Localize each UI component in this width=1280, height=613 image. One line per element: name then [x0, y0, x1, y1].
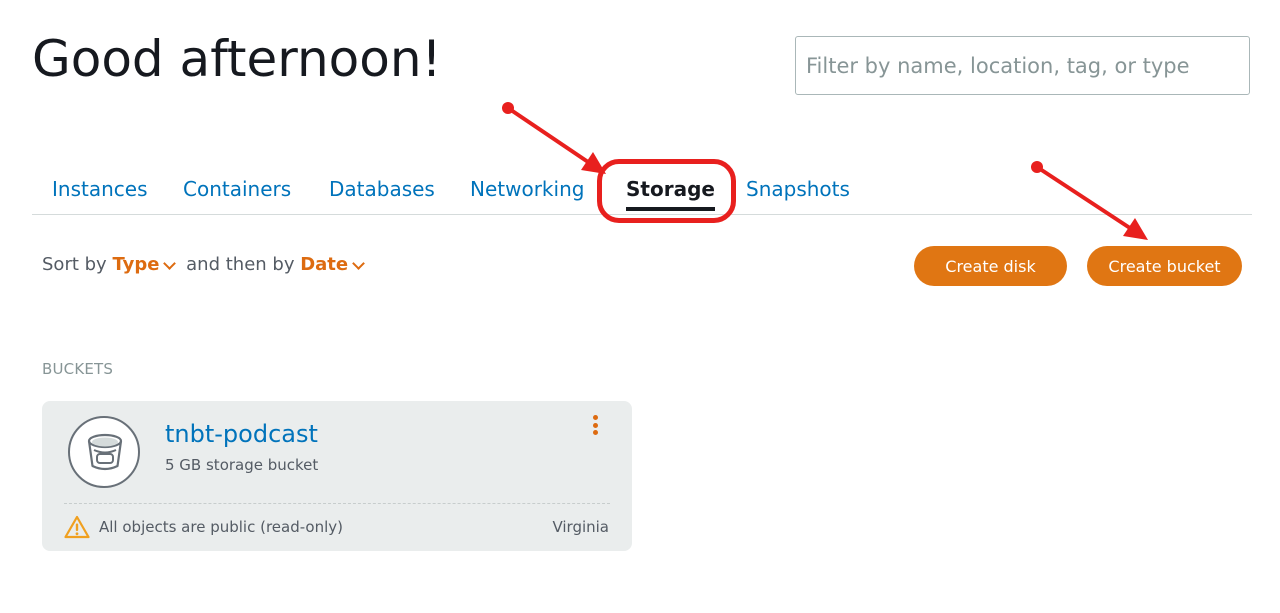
more-actions-icon[interactable] [587, 415, 603, 443]
sort-middle-label: and then by [186, 254, 295, 275]
resource-tabs: Instances Containers Databases Networkin… [32, 160, 1252, 215]
bucket-description: 5 GB storage bucket [165, 456, 319, 474]
chevron-down-icon [163, 256, 177, 270]
sort-secondary-dropdown[interactable]: Date [300, 254, 369, 275]
filter-search-box[interactable] [795, 36, 1250, 95]
create-disk-button[interactable]: Create disk [914, 246, 1067, 286]
sort-primary-label: Type [112, 254, 160, 275]
page-greeting: Good afternoon! [32, 30, 442, 88]
filter-input[interactable] [796, 37, 1249, 94]
buckets-section-label: BUCKETS [42, 360, 114, 378]
bucket-icon [87, 433, 123, 471]
lightsail-home-page: Good afternoon! Instances Containers Dat… [0, 0, 1280, 613]
bucket-name-link[interactable]: tnbt-podcast [165, 420, 318, 448]
bucket-region: Virginia [552, 518, 609, 536]
create-bucket-button[interactable]: Create bucket [1087, 246, 1242, 286]
tab-containers[interactable]: Containers [183, 177, 291, 201]
tab-instances[interactable]: Instances [52, 177, 148, 201]
card-divider [64, 503, 610, 504]
public-access-warning: All objects are public (read-only) [99, 518, 343, 536]
tab-databases[interactable]: Databases [329, 177, 435, 201]
sort-secondary-label: Date [300, 254, 349, 275]
bucket-avatar [68, 416, 140, 488]
sort-controls: Sort by Type and then by Date [42, 254, 369, 275]
sort-primary-dropdown[interactable]: Type [112, 254, 180, 275]
warning-icon [64, 515, 90, 539]
tab-snapshots[interactable]: Snapshots [746, 177, 850, 201]
bucket-card[interactable]: tnbt-podcast 5 GB storage bucket All obj… [42, 401, 632, 551]
tab-storage[interactable]: Storage [626, 177, 715, 211]
tab-networking[interactable]: Networking [470, 177, 584, 201]
sort-prefix-label: Sort by [42, 254, 107, 275]
chevron-down-icon [352, 256, 365, 270]
